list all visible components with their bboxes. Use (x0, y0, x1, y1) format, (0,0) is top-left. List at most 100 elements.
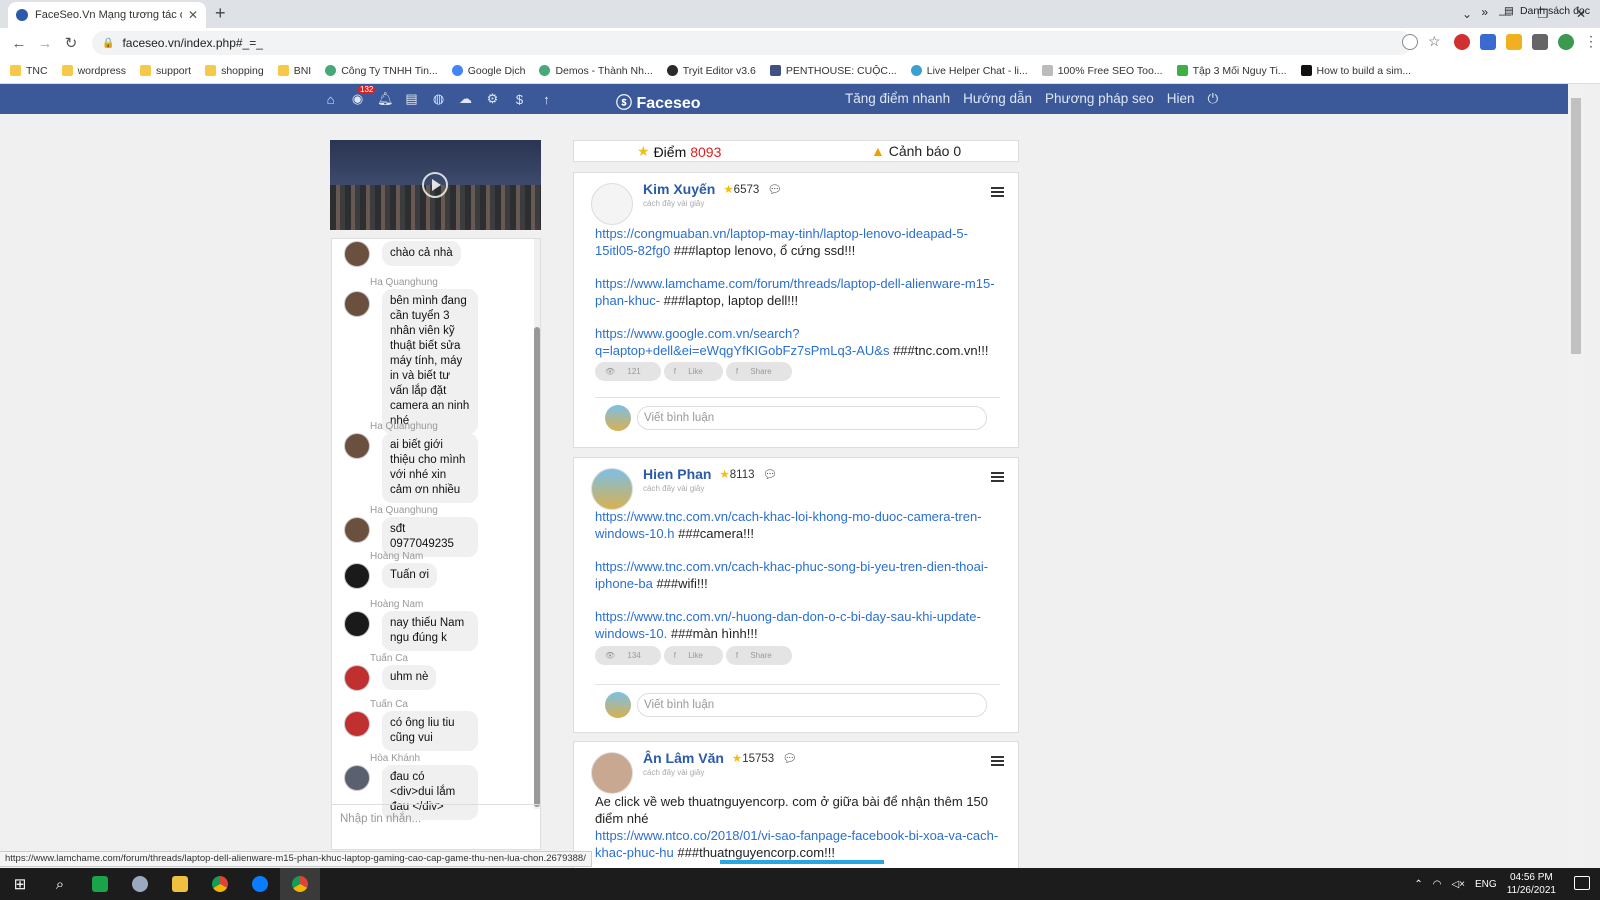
bookmark-item[interactable]: BNI (277, 65, 311, 77)
reading-list[interactable]: ▤ Danh sách đọc (1504, 5, 1590, 17)
share-icon[interactable] (1402, 34, 1418, 50)
points-value: 8093 (690, 143, 722, 160)
reload-icon[interactable]: ↻ (58, 34, 84, 52)
scrollbar-thumb[interactable] (1571, 98, 1581, 354)
bookmark-item[interactable]: Demos - Thành Nh... (539, 65, 653, 77)
post-time: cách đây vài giây (643, 199, 705, 208)
comment-input[interactable]: Viết bình luận (637, 693, 987, 717)
post-body: https://www.tnc.com.vn/cach-khac-loi-kho… (595, 508, 1005, 658)
share-button[interactable]: f Share (725, 362, 792, 381)
chat-scroll-thumb[interactable] (534, 327, 540, 807)
bookmark-item[interactable]: Live Helper Chat - li... (910, 65, 1028, 77)
avatar[interactable] (591, 468, 633, 510)
link-phuong-phap-seo[interactable]: Phương pháp seo (1045, 91, 1154, 107)
like-button[interactable]: f Like (663, 646, 723, 665)
bookmark-item[interactable]: support (140, 65, 191, 77)
app-icon[interactable] (120, 868, 160, 900)
author-name[interactable]: Kim Xuyến (643, 181, 715, 197)
new-tab-icon[interactable]: + (215, 3, 226, 24)
play-icon[interactable] (422, 172, 448, 198)
bookmarks-overflow-icon[interactable]: » (1481, 5, 1488, 19)
extension-icon[interactable] (1480, 34, 1496, 50)
close-tab-icon[interactable]: ✕ (188, 8, 198, 22)
link-user-profile[interactable]: Hien (1167, 91, 1195, 107)
post-menu-icon[interactable] (991, 187, 1004, 197)
bookmark-item[interactable]: TNC (10, 65, 48, 77)
dollar-icon[interactable]: $ (512, 92, 527, 107)
browser-tab[interactable]: FaceSeo.Vn Mạng tương tác dành ✕ (8, 2, 206, 28)
bookmark-item[interactable]: Tryit Editor v3.6 (666, 65, 756, 77)
like-button[interactable]: f Like (663, 362, 723, 381)
site-icon (910, 65, 922, 76)
language-indicator[interactable]: ENG (1475, 879, 1497, 890)
chat-sender: Hòa Khánh (370, 753, 421, 764)
avatar[interactable] (591, 752, 633, 794)
adblock-icon[interactable] (1454, 34, 1470, 50)
message-icon[interactable]: 💬︎ (782, 751, 797, 765)
post-link[interactable]: https://www.tnc.com.vn/-huong-dan-don-o-… (595, 609, 981, 641)
clock[interactable]: 04:56 PM 11/26/2021 (1507, 871, 1556, 897)
post-tag: ###wifi!!! (652, 576, 708, 591)
chat-scrollbar[interactable] (534, 239, 540, 809)
link-tang-diem-nhanh[interactable]: Tăng điểm nhanh (845, 91, 950, 107)
bell-icon[interactable]: 🔔︎ (377, 91, 394, 107)
post-link[interactable]: https://www.google.com.vn/search?q=lapto… (595, 326, 889, 358)
wifi-icon[interactable]: ◠ (1433, 879, 1442, 890)
puzzle-icon[interactable] (1532, 34, 1548, 50)
bookmark-item[interactable]: Tập 3 Mối Nguy Ti... (1176, 65, 1287, 77)
post-menu-icon[interactable] (991, 756, 1004, 766)
file-explorer-icon[interactable] (160, 868, 200, 900)
bookmark-item[interactable]: wordpress (61, 65, 126, 77)
post-tag: ###thuatnguyencorp.com!!! (673, 845, 835, 860)
app-icon[interactable] (80, 868, 120, 900)
home-icon[interactable]: ⌂ (323, 92, 338, 107)
views-icon[interactable]: ◉ 132 (350, 85, 376, 107)
message-icon[interactable]: 💬︎ (767, 182, 782, 196)
share-button[interactable]: f Share (725, 646, 792, 665)
brand-logo[interactable]: ⓢ Faceseo (616, 89, 701, 113)
news-icon[interactable]: ▤ (404, 91, 419, 107)
notification-center-icon[interactable] (1574, 876, 1590, 890)
chrome-icon[interactable] (200, 868, 240, 900)
post-menu-icon[interactable] (991, 472, 1004, 482)
comment-input[interactable]: Viết bình luận (637, 406, 987, 430)
settings-circle-icon[interactable]: ◍ (431, 91, 446, 107)
zalo-icon[interactable] (240, 868, 280, 900)
chat-bubble: nay thiếu Nam ngu đúng k (382, 611, 478, 651)
profile-icon[interactable] (1558, 34, 1574, 50)
bookmark-star-icon[interactable]: ☆ (1428, 34, 1444, 50)
author-name[interactable]: Hien Phan (643, 466, 711, 482)
tab-search-icon[interactable]: ⌄ (1448, 0, 1486, 28)
message-icon[interactable]: 💬︎ (763, 467, 778, 481)
windows-start-icon[interactable]: ⊞ (0, 868, 40, 900)
forward-icon[interactable]: → (32, 35, 58, 52)
author-name[interactable]: Ân Lâm Văn (643, 750, 724, 766)
volume-icon[interactable]: ◁× (1451, 879, 1465, 890)
video-thumbnail[interactable] (330, 140, 541, 230)
chrome-active-icon[interactable] (280, 868, 320, 900)
bell-extension-icon[interactable] (1506, 34, 1522, 50)
warning-display: ▲ Cảnh báo 0 (871, 143, 961, 159)
power-icon[interactable]: ⏻ (1208, 91, 1219, 107)
more-icon[interactable]: ⋮ (1584, 34, 1598, 50)
chat-sender: Tuấn Ca (370, 699, 408, 710)
chevron-up-icon[interactable]: ⌃ (1414, 879, 1422, 890)
back-icon[interactable]: ← (6, 35, 32, 52)
bookmark-item[interactable]: 100% Free SEO Too... (1041, 65, 1163, 77)
bookmark-item[interactable]: Công Ty TNHH Tin... (325, 65, 438, 77)
chat-input[interactable]: Nhập tin nhắn... (332, 804, 540, 834)
post-link[interactable]: https://www.tnc.com.vn/cach-khac-loi-kho… (595, 509, 982, 541)
bookmark-item[interactable]: Google Dịch (451, 65, 525, 77)
link-huong-dan[interactable]: Hướng dẫn (963, 91, 1032, 107)
gear-icon[interactable]: ⚙ (485, 91, 500, 107)
bookmark-item[interactable]: shopping (205, 65, 264, 77)
url-field[interactable]: 🔒 faceseo.vn/index.php#_=_ (92, 31, 1412, 55)
page-scrollbar[interactable] (1568, 84, 1584, 868)
bookmark-item[interactable]: PENTHOUSE: CUỘC... (769, 65, 897, 77)
search-icon[interactable]: ⌕ (40, 868, 80, 900)
bookmark-item[interactable]: How to build a sim... (1300, 65, 1411, 77)
cloud-upload-icon[interactable]: ☁ (458, 91, 473, 107)
arrow-up-icon[interactable]: ↑ (539, 92, 554, 107)
avatar[interactable] (591, 183, 633, 225)
post-text: Ae click về web thuatnguyencorp. com ở g… (595, 794, 989, 826)
